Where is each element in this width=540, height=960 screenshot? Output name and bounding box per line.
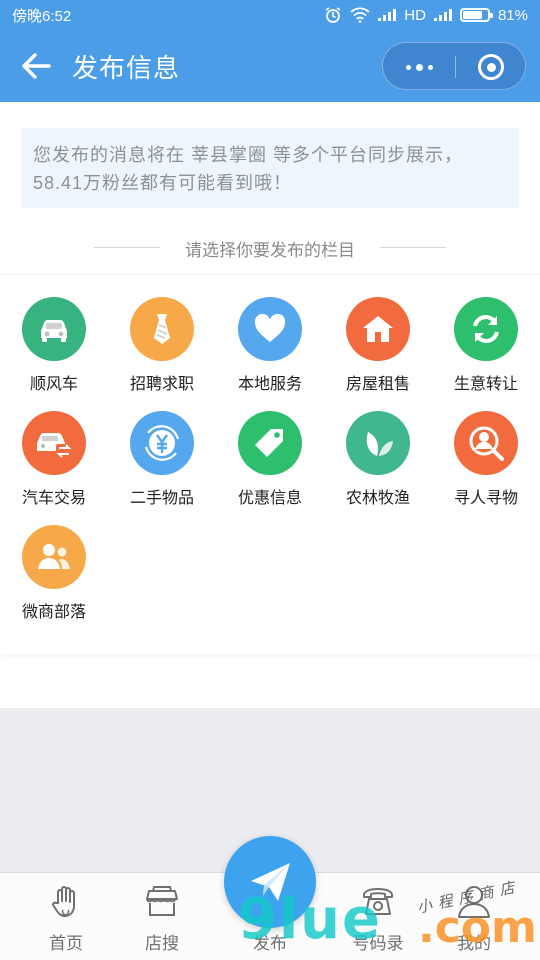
category-label: 优惠信息 xyxy=(237,490,302,507)
tie-icon xyxy=(130,297,194,361)
tab-profile-label: 我的 xyxy=(457,934,491,953)
category-price-tag[interactable]: 优惠信息 xyxy=(216,389,324,507)
hand-icon xyxy=(52,886,75,917)
tab-home[interactable]: 首页 xyxy=(12,873,120,960)
publish-button[interactable] xyxy=(224,836,316,928)
tab-publish-label: 发布 xyxy=(253,934,287,953)
tab-directory-label: 号码录 xyxy=(352,934,404,953)
more-dot-icon xyxy=(427,64,433,70)
house-icon xyxy=(346,297,410,361)
tab-store-search[interactable]: 店搜 xyxy=(108,873,216,960)
category-refresh[interactable]: 生意转让 xyxy=(432,275,540,393)
category-house[interactable]: 房屋租售 xyxy=(324,275,432,393)
tab-home-label: 首页 xyxy=(49,934,83,953)
status-bar: 傍晚6:52 HD 81% xyxy=(0,0,540,30)
leaf-icon xyxy=(346,411,410,475)
section-title: 请选择你要发布的栏目 xyxy=(185,241,355,260)
network-label: HD xyxy=(404,6,426,24)
category-label: 微商部落 xyxy=(21,604,86,621)
status-indicators: HD 81% xyxy=(324,6,528,24)
signal-icon-secondary xyxy=(433,9,452,21)
more-dot-icon xyxy=(405,64,411,70)
back-arrow-icon[interactable] xyxy=(20,52,52,80)
tab-store-search-label: 店搜 xyxy=(145,934,179,953)
category-tie[interactable]: 招聘求职 xyxy=(108,275,216,393)
refresh-icon xyxy=(454,297,518,361)
battery-percent: 81% xyxy=(497,6,528,24)
sync-notice: 您发布的消息将在 莘县掌圈 等多个平台同步展示，58.41万粉丝都有可能看到哦！ xyxy=(21,128,519,208)
heart-icon xyxy=(238,297,302,361)
category-people[interactable]: 微商部落 xyxy=(0,503,108,621)
page-title: 发布信息 xyxy=(72,53,181,83)
mini-program-capsule xyxy=(382,42,526,90)
more-dot-icon xyxy=(415,63,423,71)
store-icon xyxy=(146,886,178,916)
more-button[interactable] xyxy=(383,43,455,91)
category-leaf[interactable]: 农林牧渔 xyxy=(324,389,432,507)
signal-icon xyxy=(378,9,397,21)
category-label: 二手物品 xyxy=(129,490,194,507)
battery-level xyxy=(462,11,483,19)
category-car[interactable]: 顺风车 xyxy=(0,275,108,393)
paper-plane-icon xyxy=(251,863,290,901)
car-exchange-icon xyxy=(22,411,86,475)
category-person-search[interactable]: 寻人寻物 xyxy=(432,389,540,507)
divider-right xyxy=(380,247,446,248)
price-tag-icon xyxy=(238,411,302,475)
yuan-recycle-icon xyxy=(130,411,194,475)
phone-icon xyxy=(363,888,393,915)
category-label: 寻人寻物 xyxy=(453,490,518,507)
category-heart[interactable]: 本地服务 xyxy=(216,275,324,393)
person-search-icon xyxy=(454,411,518,475)
user-icon xyxy=(458,886,490,918)
target-circle-icon xyxy=(478,54,504,80)
people-icon xyxy=(22,525,86,589)
battery-icon xyxy=(459,8,493,22)
close-mini-program-button[interactable] xyxy=(455,43,527,91)
status-time: 傍晚6:52 xyxy=(12,7,72,25)
wifi-icon xyxy=(350,7,370,23)
alarm-icon xyxy=(325,7,341,23)
category-grid: 顺风车 招聘求职 本地服务 房屋租售 生意转让汽车交易二手物品 优惠信息 农林牧渔 寻人寻物微… xyxy=(0,274,540,654)
tab-profile[interactable]: 我的 xyxy=(420,873,528,960)
nav-bar: 发布信息 xyxy=(0,30,540,102)
tab-directory[interactable]: 号码录 xyxy=(324,873,432,960)
car-icon xyxy=(22,297,86,361)
category-yuan-recycle[interactable]: 二手物品 xyxy=(108,389,216,507)
category-label: 农林牧渔 xyxy=(345,490,410,507)
category-car-exchange[interactable]: 汽车交易 xyxy=(0,389,108,507)
